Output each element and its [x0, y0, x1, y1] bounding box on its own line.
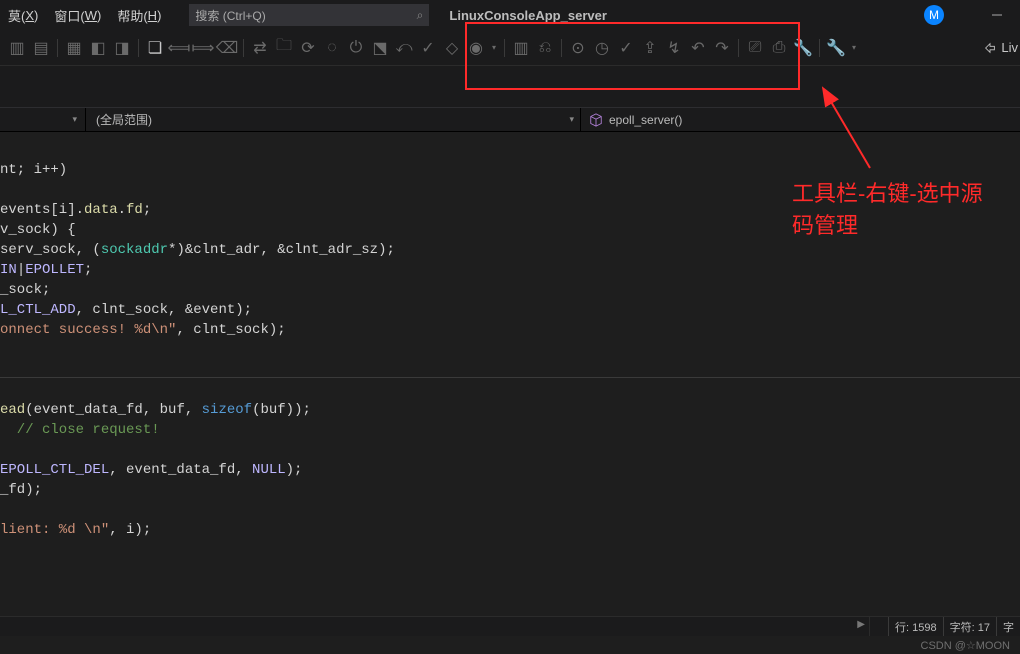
tool-icon[interactable]: ◨ [111, 37, 133, 59]
live-share-button[interactable]: Liv [983, 30, 1020, 65]
scc-icon[interactable]: ▥ [510, 37, 532, 59]
scc-icon[interactable]: ⊙ [567, 37, 589, 59]
tool-icon[interactable]: ⬔ [369, 37, 391, 59]
scope-dropdown[interactable]: (全局范围) ▾ [85, 108, 580, 131]
chevron-down-icon: ▾ [569, 114, 574, 125]
toolbar-empty-row [0, 66, 1020, 108]
watermark: CSDN @☆MOON [0, 636, 1020, 654]
menu-help[interactable]: 帮助(H) [109, 0, 169, 30]
status-chars: 字符: 17 [943, 617, 996, 636]
bookmark-next-icon[interactable]: ⟾ [192, 37, 214, 59]
scc-redo-icon[interactable]: ↷ [711, 37, 733, 59]
scc-commit-icon[interactable]: ✓ [615, 37, 637, 59]
horizontal-scrollbar[interactable]: ▶ [0, 617, 870, 636]
search-input[interactable]: 搜索 (Ctrl+Q) ⌕ [189, 4, 429, 26]
window-minimize-button[interactable] [974, 0, 1020, 30]
scc-wrench-icon[interactable]: 🔧 [792, 37, 814, 59]
project-dropdown[interactable] [0, 108, 85, 131]
status-extra: 字 [996, 617, 1020, 636]
scc-icon[interactable]: ⇪ [639, 37, 661, 59]
scc-icon[interactable]: ◷ [591, 37, 613, 59]
toolbar-separator [138, 39, 139, 57]
search-placeholder: 搜索 (Ctrl+Q) [195, 7, 416, 24]
tool-icon[interactable]: ◧ [87, 37, 109, 59]
scc-wrench-icon[interactable]: 🔧 [825, 37, 847, 59]
toolbar: ▥ ▤ ▦ ◧ ◨ ❏ ⟽ ⟾ ⌫ ⇄ 🗀 ⟳ ◌ ⏻ ⬔ ⤺ ✓ ◇ ◉ ▾ … [0, 30, 1020, 66]
tool-icon[interactable]: ⇄ [249, 37, 271, 59]
avatar[interactable]: M [924, 5, 944, 25]
tool-icon[interactable]: ⟳ [297, 37, 319, 59]
scc-icon[interactable]: ⎚ [744, 37, 766, 59]
scc-icon[interactable]: ⎌ [534, 37, 556, 59]
folder-icon[interactable]: 🗀 [273, 37, 295, 59]
function-label: epoll_server() [609, 113, 682, 127]
toolbar-separator [561, 39, 562, 57]
code-editor[interactable]: nt; i++) events[i].data.fd; v_sock) { se… [0, 132, 1020, 616]
menu-x[interactable]: 莫(X) [0, 0, 46, 30]
navigation-bar: (全局范围) ▾ epoll_server() [0, 108, 1020, 132]
tool-icon[interactable]: ⤺ [393, 37, 415, 59]
menu-window[interactable]: 窗口(W) [46, 0, 109, 30]
tool-icon[interactable]: ⏻ [345, 37, 367, 59]
toolbar-overflow-icon[interactable]: ▾ [489, 43, 499, 52]
toolbar-separator [819, 39, 820, 57]
scc-undo-icon[interactable]: ↶ [687, 37, 709, 59]
menu-bar: 莫(X) 窗口(W) 帮助(H) 搜索 (Ctrl+Q) ⌕ LinuxCons… [0, 0, 1020, 30]
bookmark-clear-icon[interactable]: ⌫ [216, 37, 238, 59]
tool-icon[interactable]: ▤ [30, 37, 52, 59]
search-icon: ⌕ [417, 8, 424, 23]
scope-label: (全局范围) [96, 111, 152, 128]
tool-icon[interactable]: ▥ [6, 37, 28, 59]
toolbar-separator [57, 39, 58, 57]
tool-icon[interactable]: ✓ [417, 37, 439, 59]
toolbar-separator [243, 39, 244, 57]
tool-icon[interactable]: ◌ [321, 37, 343, 59]
scroll-right-icon[interactable]: ▶ [857, 619, 865, 630]
toolbar-overflow-icon[interactable]: ▾ [849, 43, 859, 52]
scc-icon[interactable]: ⎙ [768, 37, 790, 59]
function-dropdown[interactable]: epoll_server() [580, 108, 1020, 131]
bookmark-icon[interactable]: ❏ [144, 37, 166, 59]
method-icon [589, 113, 603, 127]
status-bar: ▶ 行: 1598 字符: 17 字 [0, 616, 1020, 636]
tool-icon[interactable]: ◇ [441, 37, 463, 59]
share-icon [983, 41, 997, 55]
toolbar-separator [504, 39, 505, 57]
tool-icon[interactable]: ▦ [63, 37, 85, 59]
solution-title: LinuxConsoleApp_server [449, 8, 607, 23]
status-line: 行: 1598 [888, 617, 943, 636]
bookmark-prev-icon[interactable]: ⟽ [168, 37, 190, 59]
tool-icon[interactable]: ◉ [465, 37, 487, 59]
scc-icon[interactable]: ↯ [663, 37, 685, 59]
toolbar-separator [738, 39, 739, 57]
